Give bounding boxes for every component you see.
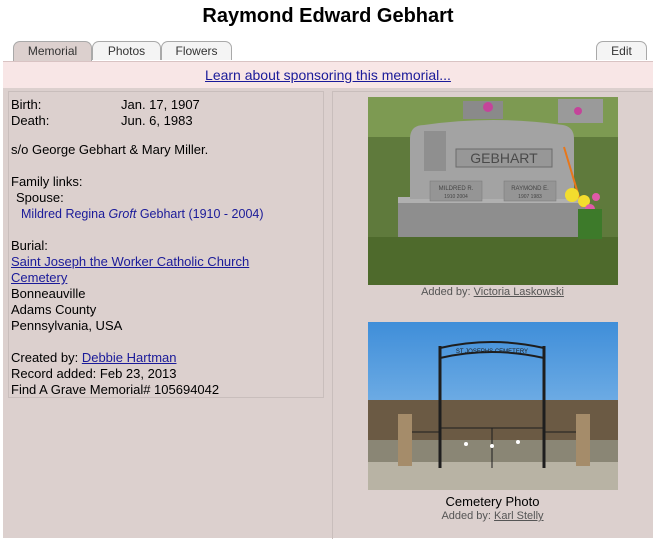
- photo1-credit: Added by: Victoria Laskowski: [333, 286, 652, 298]
- stone-left-dates: 1910 2004: [444, 194, 468, 200]
- tab-memorial[interactable]: Memorial: [13, 41, 92, 61]
- created-by-link[interactable]: Debbie Hartman: [82, 350, 177, 365]
- memorial-id: Find A Grave Memorial# 105694042: [11, 382, 220, 397]
- cemetery-link-line1[interactable]: Saint Joseph the Worker Catholic Church: [11, 254, 249, 270]
- burial-state: Pennsylvania, USA: [11, 318, 123, 333]
- stone-right-name: RAYMOND E.: [511, 186, 549, 192]
- created-by: Created by: Debbie Hartman: [11, 350, 176, 366]
- spouse-maiden-name: Groft: [108, 207, 137, 221]
- record-added: Record added: Feb 23, 2013: [11, 366, 177, 381]
- tab-photos[interactable]: Photos: [92, 41, 161, 60]
- parents-text: s/o George Gebhart & Mary Miller.: [11, 142, 209, 157]
- spouse-label: Spouse:: [16, 190, 64, 205]
- sponsor-link[interactable]: Learn about sponsoring this memorial...: [3, 67, 653, 83]
- photo2-credit: Added by: Karl Stelly: [333, 510, 652, 522]
- tab-edit[interactable]: Edit: [596, 41, 647, 60]
- tab-bar: Memorial Photos Flowers Edit: [0, 41, 656, 61]
- stone-left-name: MILDRED R.: [439, 186, 474, 192]
- photo-column: GEBHART MILDRED R. 1910 2004 RAYMOND E. …: [332, 91, 652, 539]
- cemetery-link-line2[interactable]: Cemetery: [11, 270, 67, 286]
- burial-county: Adams County: [11, 302, 97, 317]
- photo2-added-by-link[interactable]: Karl Stelly: [494, 510, 544, 522]
- page-title: Raymond Edward Gebhart: [202, 5, 454, 27]
- stone-right-dates: 1907 1983: [518, 194, 542, 200]
- cemetery-gate-image: ST JOSEPHS CEMETERY: [368, 322, 618, 490]
- cemetery-photo[interactable]: ST JOSEPHS CEMETERY: [368, 322, 618, 490]
- photo1-added-by-label: Added by:: [421, 286, 474, 298]
- created-by-label: Created by:: [11, 350, 82, 365]
- tab-flowers[interactable]: Flowers: [161, 41, 232, 60]
- photo1-added-by-link[interactable]: Victoria Laskowski: [474, 286, 564, 298]
- spouse-last-name: Gebhart (1910 - 2004): [136, 207, 264, 221]
- burial-city: Bonneauville: [11, 286, 86, 301]
- memorial-details: Birth: Jan. 17, 1907 Death: Jun. 6, 1983…: [8, 91, 324, 398]
- photo2-added-by-label: Added by:: [441, 510, 495, 522]
- memorial-page: Raymond Edward Gebhart Memorial Photos F…: [0, 0, 656, 539]
- spouse-first-name: Mildred Regina: [21, 207, 109, 221]
- sponsor-bar: Learn about sponsoring this memorial...: [3, 61, 653, 89]
- birth-label: Birth:: [11, 97, 42, 112]
- stone-surname: GEBHART: [470, 150, 538, 166]
- birth-date: Jan. 17, 1907: [121, 97, 200, 112]
- death-date: Jun. 6, 1983: [121, 113, 193, 128]
- death-label: Death:: [11, 113, 50, 128]
- gate-sign-text: ST JOSEPHS CEMETERY: [456, 349, 528, 355]
- photo2-caption: Cemetery Photo: [445, 494, 540, 509]
- headstone-photo[interactable]: GEBHART MILDRED R. 1910 2004 RAYMOND E. …: [368, 97, 618, 285]
- memorial-content: Birth: Jan. 17, 1907 Death: Jun. 6, 1983…: [3, 88, 653, 539]
- headstone-image: GEBHART MILDRED R. 1910 2004 RAYMOND E. …: [368, 97, 618, 285]
- family-links-heading: Family links:: [11, 174, 83, 189]
- burial-label: Burial:: [11, 238, 48, 253]
- spouse-link[interactable]: Mildred Regina Groft Gebhart (1910 - 200…: [21, 206, 264, 222]
